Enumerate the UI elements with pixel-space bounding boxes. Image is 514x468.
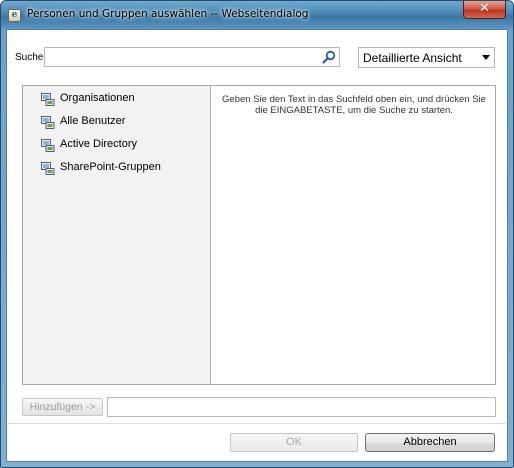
close-button[interactable]: ✕ bbox=[463, 1, 506, 19]
view-dropdown-value: Detaillierte Ansicht bbox=[363, 51, 462, 65]
dialog-content: Suche Detaillierte Ansicht Organisatione… bbox=[6, 29, 508, 462]
footer-divider bbox=[8, 423, 506, 424]
view-dropdown[interactable]: Detaillierte Ansicht bbox=[358, 47, 495, 68]
results-panel: Organisationen Alle Benutzer Active Dire… bbox=[22, 85, 496, 385]
search-input[interactable] bbox=[45, 48, 315, 66]
directory-icon bbox=[41, 93, 55, 106]
tree-item-label: Organisationen bbox=[60, 92, 135, 104]
cancel-button[interactable]: Abbrechen bbox=[365, 433, 495, 452]
ie-page-icon: e bbox=[8, 9, 21, 22]
add-button[interactable]: Hinzufügen -> bbox=[22, 398, 103, 416]
search-label: Suche bbox=[15, 52, 44, 63]
results-list[interactable]: Geben Sie den Text in das Suchfeld oben … bbox=[212, 86, 495, 384]
close-icon: ✕ bbox=[479, 1, 490, 16]
ok-button[interactable]: OK bbox=[230, 433, 358, 452]
window-title: Personen und Gruppen auswählen -- Websei… bbox=[27, 8, 309, 20]
directory-icon bbox=[41, 139, 55, 152]
directory-icon bbox=[41, 162, 55, 175]
directory-tree: Organisationen Alle Benutzer Active Dire… bbox=[23, 86, 211, 384]
search-hint: Geben Sie den Text in das Suchfeld oben … bbox=[222, 94, 486, 116]
chevron-down-icon[interactable] bbox=[482, 55, 490, 60]
tree-item-label: SharePoint-Gruppen bbox=[60, 161, 161, 173]
tree-item-label: Active Directory bbox=[60, 138, 138, 150]
directory-icon bbox=[41, 116, 55, 129]
search-field[interactable] bbox=[44, 47, 340, 67]
search-icon[interactable] bbox=[322, 50, 336, 64]
title-bar[interactable]: e Personen und Gruppen auswählen -- Webs… bbox=[1, 1, 513, 29]
tree-item-label: Alle Benutzer bbox=[60, 115, 126, 127]
dialog-window: e Personen und Gruppen auswählen -- Webs… bbox=[0, 0, 514, 468]
selected-entities-field[interactable] bbox=[107, 397, 496, 417]
